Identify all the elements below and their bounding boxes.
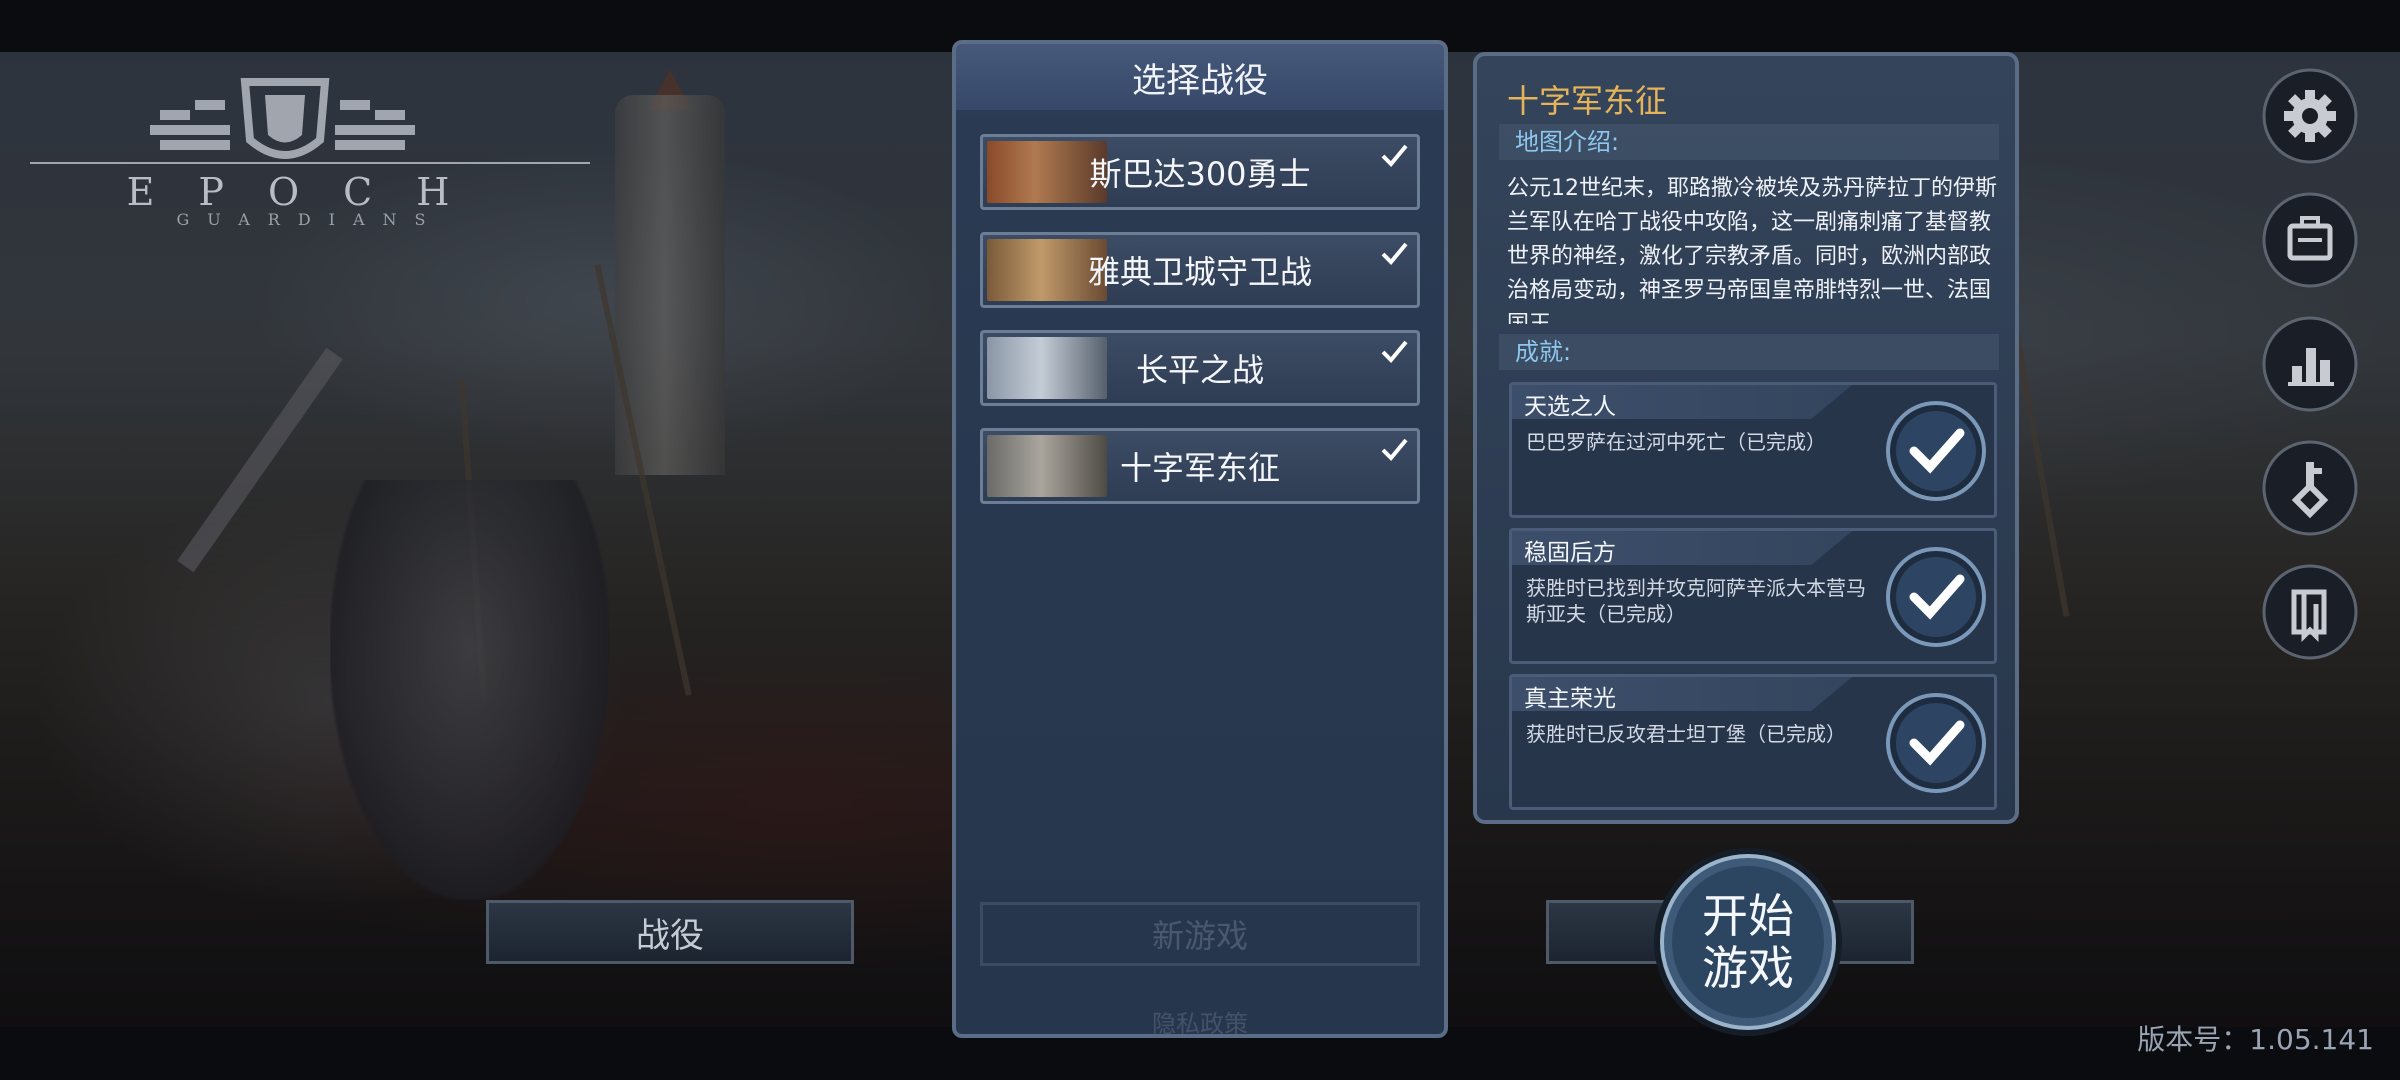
detail-title: 十字军东征 xyxy=(1507,82,1668,120)
campaign-mode-label: 战役 xyxy=(636,915,704,956)
achievement-name: 天选之人 xyxy=(1524,394,1616,420)
campaign-item-label: 雅典卫城守卫战 xyxy=(1087,253,1312,291)
gear-icon[interactable] xyxy=(2262,68,2358,164)
key-icon[interactable] xyxy=(2262,440,2358,536)
campaign-item-label: 长平之战 xyxy=(1135,351,1264,389)
checkmark-icon xyxy=(1381,438,1408,461)
campaign-item-label: 斯巴达300勇士 xyxy=(1089,155,1311,193)
campaign-mode-button[interactable]: 战役 xyxy=(486,900,854,964)
campaign-item-crusades[interactable]: 十字军东征 xyxy=(980,428,1420,504)
campaign-item-label: 十字军东征 xyxy=(1119,449,1280,487)
achievement-desc: 获胜时已反攻君士坦丁堡（已完成） xyxy=(1526,722,1846,746)
new-game-button-ghost: 新游戏 xyxy=(980,902,1420,966)
achievement-name: 稳固后方 xyxy=(1524,540,1616,566)
checkmark-icon xyxy=(1381,144,1408,167)
map-intro-text[interactable]: 公元12世纪末，耶路撒冷被埃及苏丹萨拉丁的伊斯兰军队在哈丁战役中攻陷，这一剧痛刺… xyxy=(1507,172,1997,324)
achievement-complete-icon xyxy=(1886,547,1986,647)
game-logo: EPOCH GUARDIANS xyxy=(20,70,590,229)
achievements-label: 成就: xyxy=(1499,334,1999,370)
start-game-line1: 开始 xyxy=(1702,889,1794,943)
achievement-card: 真主荣光 获胜时已反攻君士坦丁堡（已完成） xyxy=(1509,674,1997,810)
privacy-link-ghost: 隐私政策 xyxy=(1152,1010,1248,1038)
version-label: 版本号：1.05.141 xyxy=(2137,1023,2374,1056)
start-game-line2: 游戏 xyxy=(1702,941,1794,995)
logo-title: EPOCH xyxy=(126,170,494,214)
logo-subtitle: GUARDIANS xyxy=(176,210,444,229)
bar-chart-icon[interactable] xyxy=(2262,316,2358,412)
checkmark-icon xyxy=(1381,242,1408,265)
campaign-list: 斯巴达300勇士 雅典卫城守卫战 长平之战 十字军东征 xyxy=(980,134,1420,526)
campaign-select-panel: 选择战役 斯巴达300勇士 雅典卫城守卫战 长平之战 十字军东征 新游戏 隐私政… xyxy=(952,40,1448,1038)
campaign-panel-title: 选择战役 xyxy=(956,44,1444,110)
checkmark-icon xyxy=(1381,340,1408,363)
achievement-name: 真主荣光 xyxy=(1524,686,1616,712)
achievement-desc: 巴巴罗萨在过河中死亡（已完成） xyxy=(1526,430,1826,454)
campaign-item-sparta[interactable]: 斯巴达300勇士 xyxy=(980,134,1420,210)
campaign-item-athens[interactable]: 雅典卫城守卫战 xyxy=(980,232,1420,308)
achievement-complete-icon xyxy=(1886,693,1986,793)
start-game-label: 开始 游戏 xyxy=(1652,890,1844,994)
achievement-complete-icon xyxy=(1886,401,1986,501)
campaign-detail-panel: 十字军东征 地图介绍: 公元12世纪末，耶路撒冷被埃及苏丹萨拉丁的伊斯兰军队在哈… xyxy=(1473,52,2019,824)
briefcase-icon[interactable] xyxy=(2262,192,2358,288)
achievement-card: 天选之人 巴巴罗萨在过河中死亡（已完成） xyxy=(1509,382,1997,518)
book-icon[interactable] xyxy=(2262,564,2358,660)
achievement-card: 稳固后方 获胜时已找到并攻克阿萨辛派大本营马斯亚夫（已完成） xyxy=(1509,528,1997,664)
achievement-desc: 获胜时已找到并攻克阿萨辛派大本营马斯亚夫（已完成） xyxy=(1526,576,1866,626)
map-intro-label: 地图介绍: xyxy=(1499,124,1999,160)
campaign-item-changping[interactable]: 长平之战 xyxy=(980,330,1420,406)
